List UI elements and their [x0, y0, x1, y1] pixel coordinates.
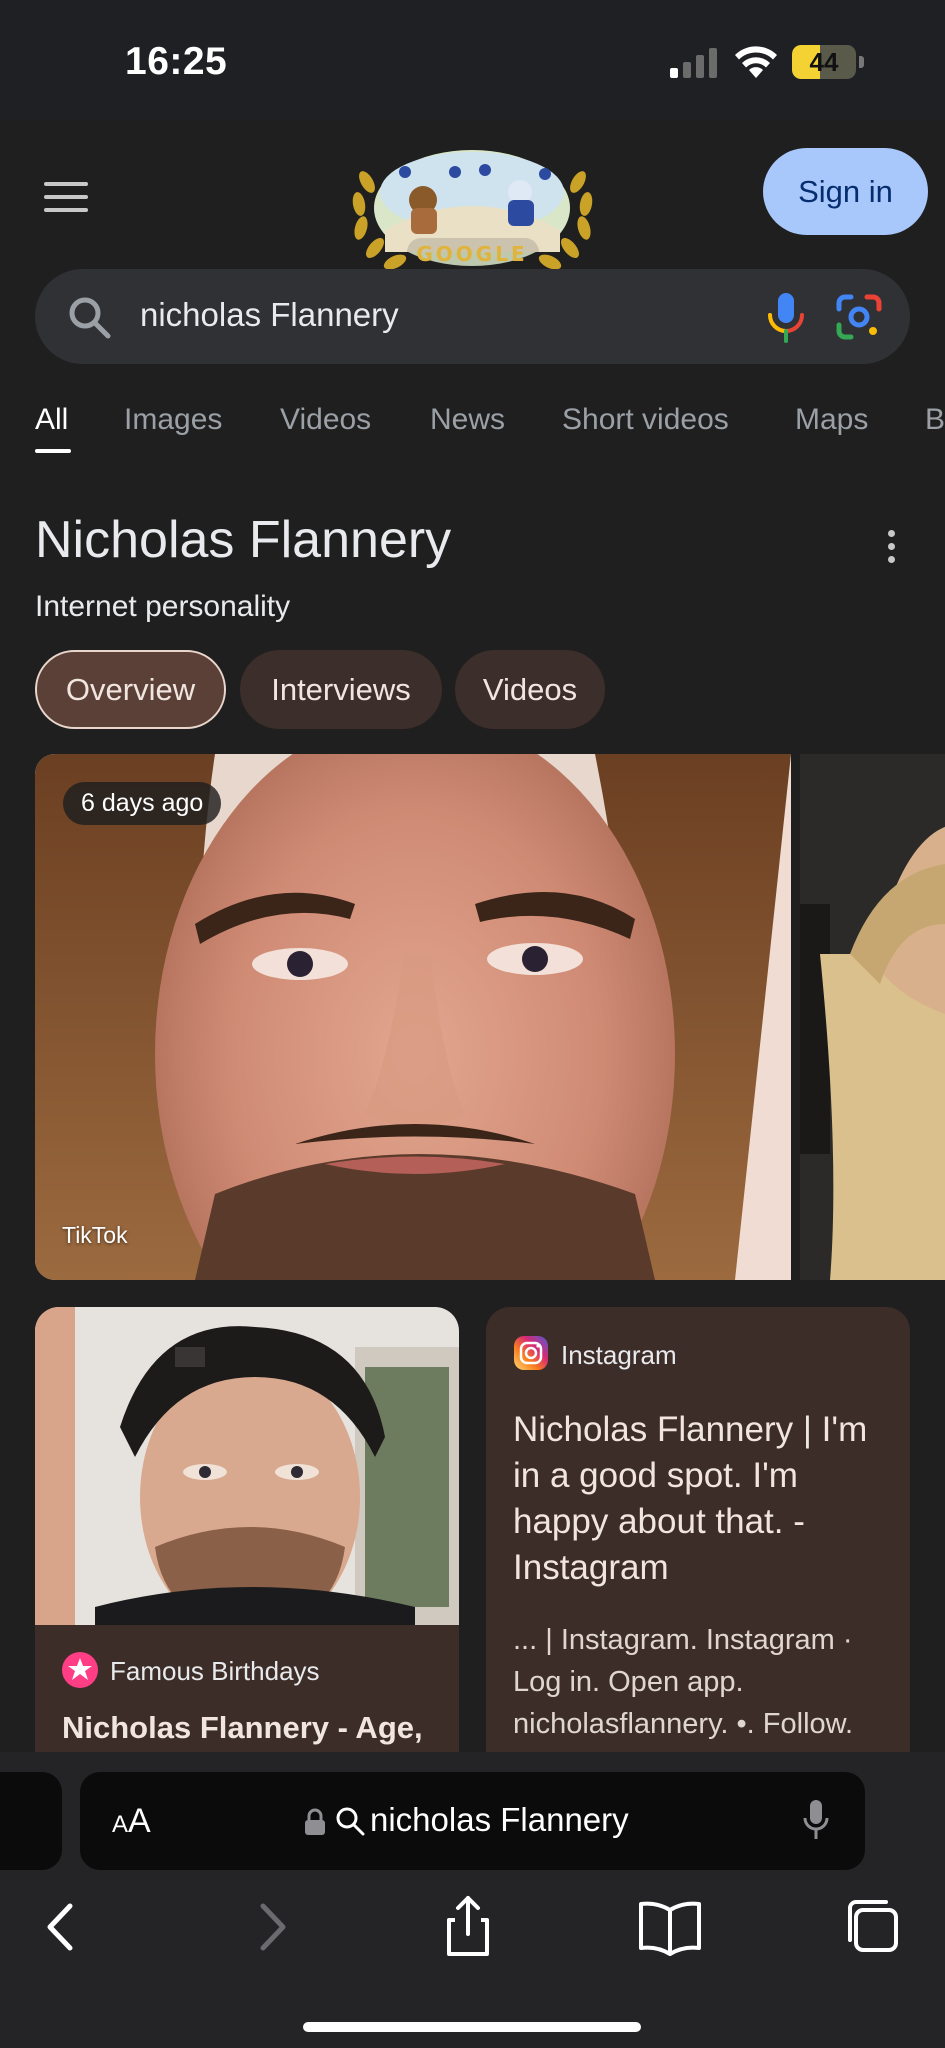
next-photo: [800, 754, 945, 1280]
tabs-icon[interactable]: [838, 1892, 908, 1962]
knowledge-panel-title: Nicholas Flannery: [35, 511, 452, 569]
mic-icon[interactable]: [761, 291, 811, 343]
battery-cap: [859, 56, 864, 68]
chip-videos[interactable]: Videos: [455, 650, 605, 729]
card-source-name: Famous Birthdays: [110, 1656, 320, 1686]
more-options-icon[interactable]: [885, 530, 897, 566]
header: GOOGLE Sign in: [0, 120, 945, 270]
lens-icon[interactable]: [835, 293, 883, 341]
battery-indicator: 44: [792, 45, 864, 79]
tab-videos[interactable]: Videos: [280, 403, 371, 437]
search-icon: [69, 297, 111, 339]
home-indicator: [303, 2022, 641, 2032]
bookmarks-icon[interactable]: [635, 1892, 705, 1962]
back-icon[interactable]: [28, 1892, 98, 1962]
famous-birthdays-icon: [62, 1652, 98, 1688]
image-source-label: TikTok: [62, 1222, 128, 1248]
reader-aa-button[interactable]: AA: [112, 1802, 151, 1841]
battery-body: 44: [792, 45, 856, 79]
tab-short-videos[interactable]: Short videos: [562, 403, 729, 437]
wifi-icon: [735, 46, 777, 78]
card-title[interactable]: Nicholas Flannery - Age,: [62, 1710, 423, 1746]
forward-icon[interactable]: [235, 1892, 305, 1962]
face-photo: [35, 754, 791, 1280]
card-source-name: Instagram: [561, 1340, 677, 1370]
previous-tab-preview[interactable]: [0, 1772, 62, 1870]
lock-icon: [305, 1808, 325, 1835]
share-icon[interactable]: [433, 1892, 503, 1962]
tab-images[interactable]: Images: [124, 403, 222, 437]
status-bar: 16:25 44: [0, 0, 945, 120]
mic-icon[interactable]: [802, 1799, 830, 1841]
instagram-icon: [514, 1336, 548, 1370]
sign-in-button[interactable]: Sign in: [763, 148, 928, 235]
next-result-image[interactable]: [800, 754, 945, 1280]
tab-maps[interactable]: Maps: [795, 403, 868, 437]
tab-all[interactable]: All: [35, 403, 68, 437]
address-bar[interactable]: AA nicholas Flannery: [80, 1772, 865, 1870]
google-doodle[interactable]: GOOGLE: [345, 142, 600, 274]
hamburger-menu-icon[interactable]: [44, 182, 88, 216]
chip-overview[interactable]: Overview: [35, 650, 226, 729]
result-card-instagram[interactable]: Instagram Nicholas Flannery | I'm in a g…: [486, 1307, 910, 1752]
result-card-famous-birthdays[interactable]: Famous Birthdays Nicholas Flannery - Age…: [35, 1307, 459, 1752]
card-snippet: ... | Instagram. Instagram · Log in. Ope…: [513, 1624, 854, 1740]
tab-partial[interactable]: B: [925, 403, 945, 437]
main-result-image[interactable]: 6 days ago TikTok: [35, 754, 791, 1280]
tab-news[interactable]: News: [430, 403, 505, 437]
cellular-signal-icon: [670, 48, 717, 78]
card-photo: [35, 1307, 459, 1625]
time-badge: 6 days ago: [63, 782, 222, 825]
battery-percent: 44: [809, 47, 839, 77]
card-title[interactable]: Nicholas Flannery | I'm in a good spot. …: [513, 1407, 893, 1591]
search-box[interactable]: nicholas Flannery: [35, 269, 910, 364]
search-input[interactable]: nicholas Flannery: [140, 296, 399, 334]
active-tab-underline: [35, 449, 71, 453]
browser-toolbar: AA nicholas Flannery: [0, 1752, 945, 2048]
doodle-text: GOOGLE: [416, 242, 527, 266]
chip-interviews[interactable]: Interviews: [240, 650, 442, 729]
knowledge-panel-subtitle: Internet personality: [35, 590, 291, 623]
address-text[interactable]: nicholas Flannery: [370, 1801, 629, 1839]
search-tabs: All Images Videos News Short videos Maps…: [0, 385, 945, 465]
search-icon: [336, 1807, 365, 1836]
status-time: 16:25: [125, 40, 228, 83]
